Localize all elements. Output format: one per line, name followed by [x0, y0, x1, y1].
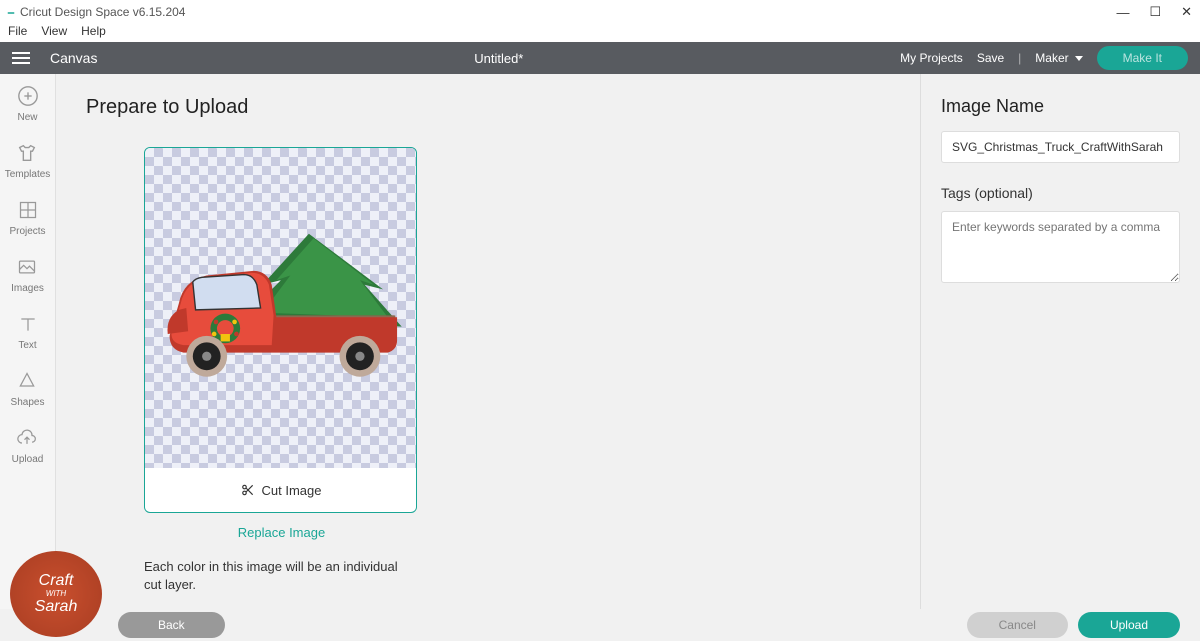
machine-selector[interactable]: Maker	[1035, 51, 1082, 65]
sidebar-item-label: Images	[11, 283, 44, 294]
sidebar-item-label: Text	[18, 340, 36, 351]
image-name-heading: Image Name	[941, 96, 1180, 117]
plus-circle-icon	[16, 84, 40, 108]
separator: |	[1018, 51, 1021, 65]
image-preview-box[interactable]: Cut Image	[144, 147, 417, 513]
cancel-button[interactable]: Cancel	[967, 612, 1068, 638]
text-icon	[16, 312, 40, 336]
scissors-icon	[240, 483, 256, 497]
chevron-down-icon	[1075, 56, 1083, 61]
image-icon	[15, 255, 39, 279]
footer-bar: CraftWITHSarah Back Cancel Upload	[0, 609, 1200, 641]
sidebar-item-upload[interactable]: Upload	[12, 426, 44, 465]
upload-button[interactable]: Upload	[1078, 612, 1180, 638]
sidebar-item-images[interactable]: Images	[11, 255, 44, 294]
my-projects-link[interactable]: My Projects	[900, 51, 963, 65]
grid-icon	[16, 198, 40, 222]
sidebar-item-new[interactable]: New	[16, 84, 40, 123]
maximize-button[interactable]: ☐	[1149, 4, 1161, 20]
app-title: Cricut Design Space v6.15.204	[20, 5, 185, 19]
document-title: Untitled*	[97, 51, 900, 66]
replace-image-link[interactable]: Replace Image	[144, 525, 419, 540]
upload-icon	[15, 426, 39, 450]
content-area: Prepare to Upload	[56, 74, 1200, 609]
menubar: File View Help	[0, 24, 1200, 42]
sidebar-item-label: Projects	[9, 226, 45, 237]
menu-help[interactable]: Help	[81, 24, 106, 42]
minimize-button[interactable]: —	[1116, 5, 1129, 20]
sidebar-item-label: Templates	[5, 169, 51, 180]
canvas-label: Canvas	[50, 50, 97, 66]
sidebar-item-projects[interactable]: Projects	[9, 198, 45, 237]
sidebar-item-label: Upload	[12, 454, 44, 465]
tags-label: Tags (optional)	[941, 185, 1180, 201]
transparency-background	[145, 148, 416, 468]
toolbar: Canvas Untitled* My Projects Save | Make…	[0, 42, 1200, 74]
app-logo-icon: ⎯	[8, 5, 14, 20]
shirt-icon	[15, 141, 39, 165]
make-it-button[interactable]: Make It	[1097, 46, 1188, 70]
left-sidebar: New Templates Projects Images Text	[0, 74, 56, 609]
menu-view[interactable]: View	[41, 24, 67, 42]
image-name-input[interactable]	[941, 131, 1180, 163]
cut-image-label: Cut Image	[145, 468, 416, 512]
menu-file[interactable]: File	[8, 24, 27, 42]
truck-image	[151, 208, 411, 408]
machine-label: Maker	[1035, 51, 1068, 65]
image-details-panel: Image Name Tags (optional)	[920, 74, 1200, 609]
close-button[interactable]: ✕	[1181, 4, 1192, 20]
craft-with-sarah-badge: CraftWITHSarah	[10, 551, 102, 637]
sidebar-item-text[interactable]: Text	[16, 312, 40, 351]
main-area: New Templates Projects Images Text	[0, 74, 1200, 609]
sidebar-item-label: Shapes	[11, 397, 45, 408]
tags-input[interactable]	[941, 211, 1180, 283]
sidebar-item-templates[interactable]: Templates	[5, 141, 51, 180]
back-button[interactable]: Back	[118, 612, 225, 638]
save-link[interactable]: Save	[977, 51, 1004, 65]
upload-preview-panel: Prepare to Upload	[56, 74, 920, 609]
description-text: Each color in this image will be an indi…	[144, 558, 402, 594]
hamburger-icon[interactable]	[12, 52, 30, 64]
window-titlebar: ⎯ Cricut Design Space v6.15.204 — ☐ ✕	[0, 0, 1200, 24]
sidebar-item-label: New	[17, 112, 37, 123]
page-heading: Prepare to Upload	[86, 96, 890, 119]
sidebar-item-shapes[interactable]: Shapes	[11, 369, 45, 408]
shapes-icon	[15, 369, 39, 393]
